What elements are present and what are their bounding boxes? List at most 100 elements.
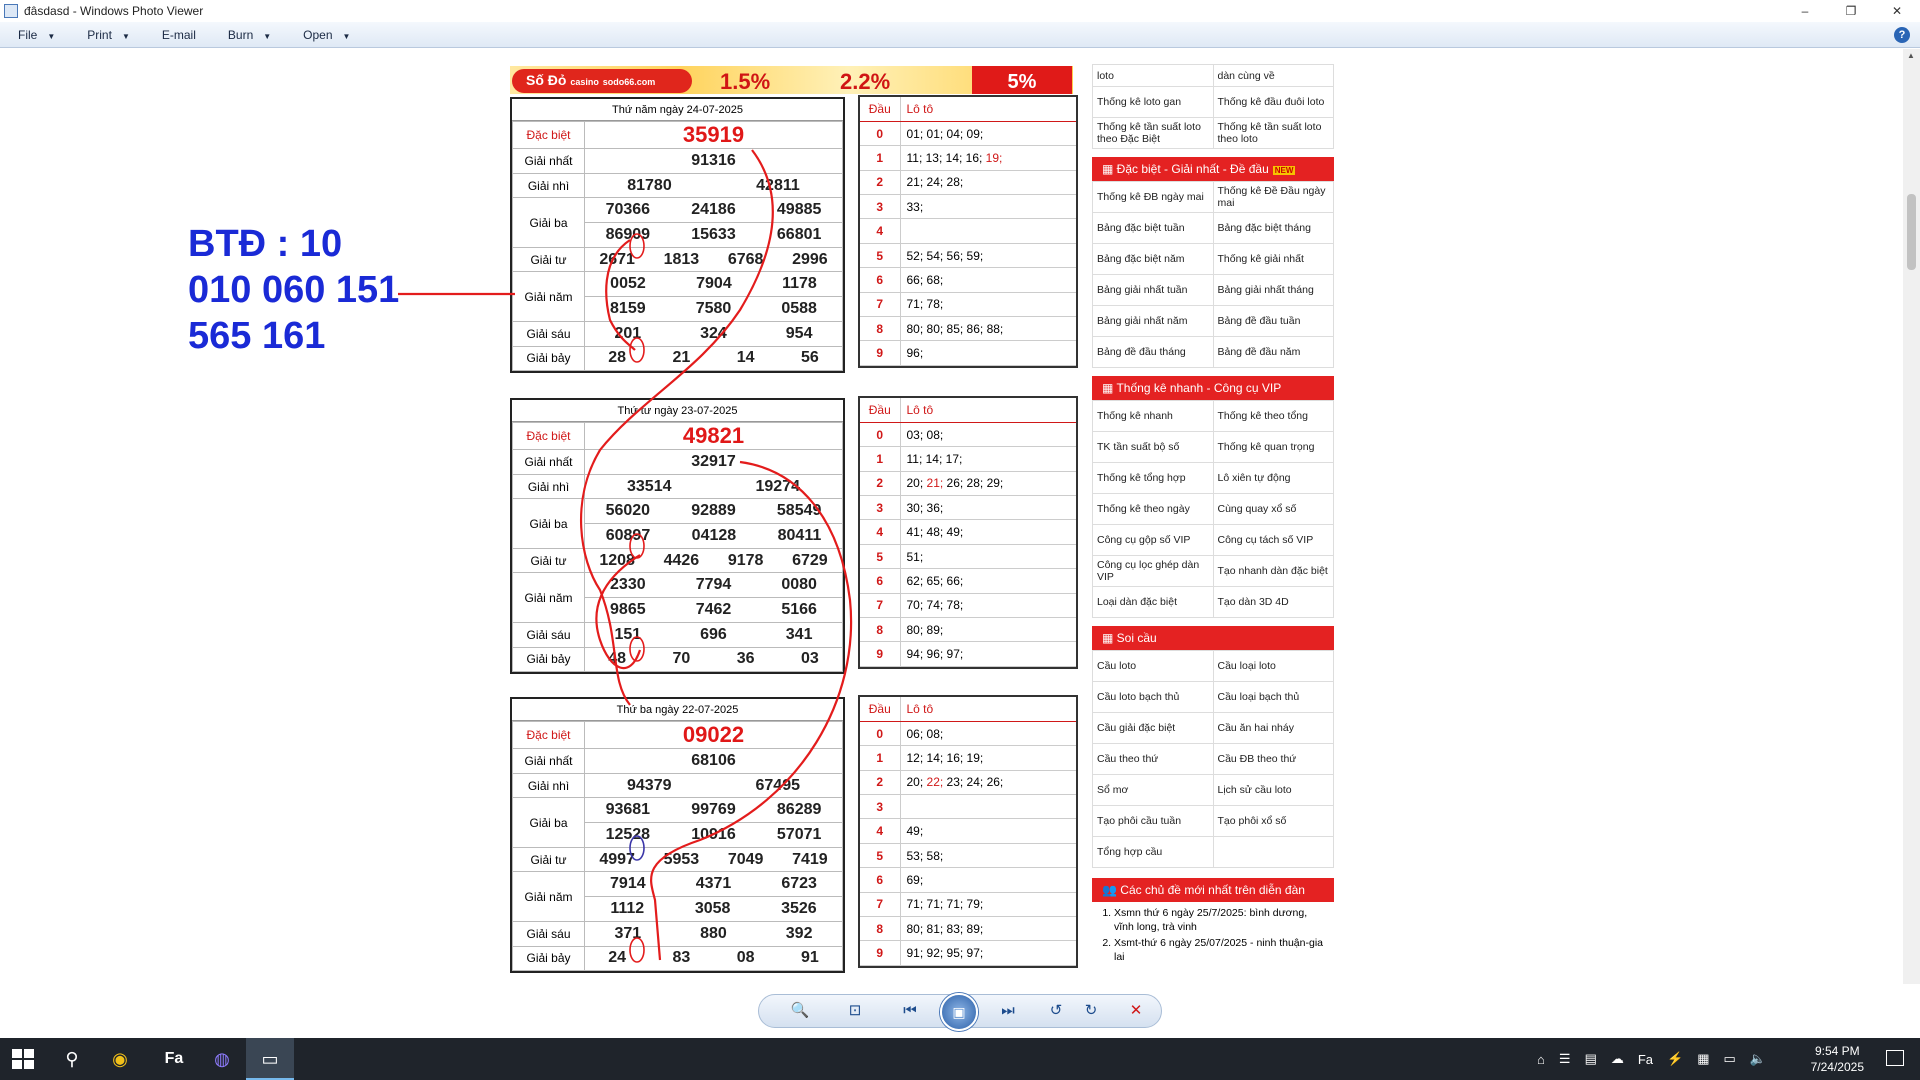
sidebar-link[interactable]: Cầu ĐB theo thứ bbox=[1212, 743, 1334, 775]
forum-topic-link[interactable]: Xsmn thứ 6 ngày 25/7/2025: bình dương, v… bbox=[1114, 906, 1328, 934]
sidebar-link[interactable]: Tổng hợp cầu bbox=[1092, 836, 1214, 868]
actual-size-icon[interactable]: ⊡ bbox=[843, 1001, 867, 1021]
sidebar-link[interactable]: Bảng đề đầu năm bbox=[1212, 336, 1334, 368]
maximize-button[interactable]: ❐ bbox=[1828, 0, 1874, 22]
sidebar-link[interactable]: Công cụ tách số VIP bbox=[1212, 524, 1334, 556]
zoom-icon[interactable]: 🔍 bbox=[788, 1001, 812, 1021]
sidebar-link[interactable]: Tạo phôi xổ số bbox=[1212, 805, 1334, 837]
sidebar-link[interactable]: Loại dàn đặc biệt bbox=[1092, 586, 1214, 618]
clock[interactable]: 9:54 PM 7/24/2025 bbox=[1811, 1043, 1864, 1075]
fa-app-icon[interactable]: Fa bbox=[150, 1038, 198, 1080]
loto-value-text: 51; bbox=[906, 549, 924, 564]
sidebar-link[interactable]: Thống kê tần suất loto theo loto bbox=[1212, 117, 1334, 149]
sidebar-link[interactable]: loto bbox=[1092, 64, 1214, 87]
sidebar-link[interactable]: Công cụ gộp số VIP bbox=[1092, 524, 1214, 556]
sidebar-link[interactable]: Cầu theo thứ bbox=[1092, 743, 1214, 775]
sidebar-link[interactable]: Lô xiên tự động bbox=[1212, 462, 1334, 494]
sidebar-link[interactable]: Thống kê đầu đuôi loto bbox=[1212, 86, 1334, 118]
window-title: đâsdasd - Windows Photo Viewer bbox=[24, 4, 204, 18]
close-button[interactable]: ✕ bbox=[1874, 0, 1920, 22]
chrome-icon[interactable]: ◉ bbox=[96, 1038, 144, 1080]
sidebar-link[interactable]: Thống kê quan trọng bbox=[1212, 431, 1334, 463]
sidebar-link[interactable]: Thống kê nhanh bbox=[1092, 400, 1214, 432]
minimize-button[interactable]: – bbox=[1782, 0, 1828, 22]
delete-icon[interactable]: ✕ bbox=[1124, 1001, 1148, 1021]
tray-icon-1[interactable]: ⌂ bbox=[1537, 1052, 1545, 1067]
loto-value-text: 71; 71; 71; 79; bbox=[906, 897, 984, 912]
sidebar-link[interactable]: Bảng đặc biệt tuần bbox=[1092, 212, 1214, 244]
sidebar-link[interactable]: Thống kê theo tổng bbox=[1212, 400, 1334, 432]
sidebar-link[interactable]: Thống kê tổng hợp bbox=[1092, 462, 1214, 494]
rotate-right-icon[interactable]: ↻ bbox=[1079, 1001, 1103, 1021]
tray-icon-2[interactable]: ☰ bbox=[1559, 1051, 1571, 1067]
sidebar-link[interactable]: Bảng đặc biệt tháng bbox=[1212, 212, 1334, 244]
sidebar-link[interactable]: Bảng đề đầu tuần bbox=[1212, 305, 1334, 337]
sidebar-link[interactable]: Thống kê giải nhất bbox=[1212, 243, 1334, 275]
forum-topic-link[interactable]: Xsmt-thứ 6 ngày 25/07/2025 - ninh thuận-… bbox=[1114, 936, 1328, 964]
sidebar-link[interactable]: Thống kê loto gan bbox=[1092, 86, 1214, 118]
tray-icon-6[interactable]: ▦ bbox=[1697, 1051, 1709, 1067]
tray-icon-3[interactable]: ▤ bbox=[1585, 1051, 1597, 1067]
sidebar-link[interactable]: Bảng đề đầu tháng bbox=[1092, 336, 1214, 368]
sidebar-link[interactable]: Tạo dàn 3D 4D bbox=[1212, 586, 1334, 618]
sidebar-link[interactable]: Bảng giải nhất năm bbox=[1092, 305, 1214, 337]
rotate-left-icon[interactable]: ↺ bbox=[1044, 1001, 1068, 1021]
sidebar-link[interactable]: Thống kê theo ngày bbox=[1092, 493, 1214, 525]
photo-viewer-task-icon[interactable]: ▭ bbox=[246, 1038, 294, 1080]
help-icon[interactable]: ? bbox=[1894, 27, 1910, 43]
result-table: Thứ tư ngày 23-07-2025 Đặc biệt 49821 Giải … bbox=[510, 398, 845, 675]
sidebar-link[interactable]: Lịch sử cầu loto bbox=[1212, 774, 1334, 806]
sidebar-link[interactable]: Cùng quay xổ số bbox=[1212, 493, 1334, 525]
next-icon[interactable]: ⏭ bbox=[996, 1001, 1020, 1021]
sidebar-link[interactable]: Thống kê ĐB ngày mai bbox=[1092, 181, 1214, 213]
sidebar-link[interactable]: Cầu loto bbox=[1092, 650, 1214, 682]
prize-number: 9865 bbox=[610, 600, 646, 618]
sidebar-link[interactable]: Thống kê Đề Đầu ngày mai bbox=[1212, 181, 1334, 213]
tray-icon-5[interactable]: ⚡ bbox=[1667, 1051, 1683, 1067]
sidebar-section-header: ▦ Đặc biệt - Giải nhất - Đề đầu NEW bbox=[1092, 157, 1334, 181]
sidebar-link[interactable]: dàn cùng về bbox=[1212, 64, 1334, 87]
prize-number: 3058 bbox=[694, 899, 731, 917]
menu-burn[interactable]: Burn ▼ bbox=[210, 28, 285, 42]
windows-start-icon[interactable] bbox=[12, 1049, 34, 1069]
loto-dau: 8 bbox=[860, 617, 901, 643]
sidebar-link[interactable]: Sổ mơ bbox=[1092, 774, 1214, 806]
sidebar-link[interactable]: TK tần suất bộ số bbox=[1092, 431, 1214, 463]
search-icon[interactable]: ⚲ bbox=[48, 1038, 96, 1080]
sidebar-link[interactable]: Cầu loại bạch thủ bbox=[1212, 681, 1334, 713]
volume-icon[interactable]: 🔈 bbox=[1750, 1051, 1766, 1067]
tray-icon-fa[interactable]: Fa bbox=[1638, 1052, 1653, 1067]
menu-email[interactable]: E-mail bbox=[144, 28, 210, 42]
sidebar-link[interactable]: Cầu giải đặc biệt bbox=[1092, 712, 1214, 744]
prize-row: Giải nhất 32917 bbox=[512, 449, 843, 475]
menu-file[interactable]: File ▼ bbox=[0, 28, 69, 42]
scrollbar-thumb[interactable] bbox=[1907, 194, 1916, 270]
loto-values: 53; 58; bbox=[900, 843, 1076, 869]
sidebar-link[interactable]: Bảng giải nhất tuần bbox=[1092, 274, 1214, 306]
prize-number: 80411 bbox=[777, 526, 822, 544]
sidebar-link[interactable]: Thống kê tần suất loto theo Đặc Biệt bbox=[1092, 117, 1214, 149]
menu-print[interactable]: Print ▼ bbox=[69, 28, 144, 42]
prize-number: 5166 bbox=[781, 600, 817, 618]
prize-number: 28 bbox=[608, 349, 627, 367]
notification-icon[interactable] bbox=[1886, 1050, 1904, 1066]
sidebar-link[interactable]: Tạo nhanh dàn đặc biệt bbox=[1212, 555, 1334, 587]
scroll-up-icon[interactable]: ▲ bbox=[1907, 51, 1915, 60]
sidebar-link[interactable]: Bảng đặc biệt năm bbox=[1092, 243, 1214, 275]
sidebar-link[interactable]: Cầu loto bạch thủ bbox=[1092, 681, 1214, 713]
network-icon[interactable]: ▭ bbox=[1724, 1051, 1736, 1067]
sidebar-link[interactable]: Cầu loại loto bbox=[1212, 650, 1334, 682]
tray-icon-4[interactable]: ☁ bbox=[1611, 1051, 1624, 1067]
prize-number: 341 bbox=[785, 625, 813, 643]
slideshow-button[interactable]: ▣ bbox=[940, 993, 978, 1031]
vertical-scrollbar[interactable]: ▲ bbox=[1903, 49, 1920, 984]
loto-row: 3 33; bbox=[860, 194, 1076, 220]
menu-open[interactable]: Open ▼ bbox=[285, 28, 364, 42]
sidebar-link[interactable]: Tạo phôi cầu tuần bbox=[1092, 805, 1214, 837]
loto-value-text: 80; 89; bbox=[906, 622, 944, 637]
sidebar-link[interactable]: Công cụ lọc ghép dàn VIP bbox=[1092, 555, 1214, 587]
discord-icon[interactable]: ◍ bbox=[198, 1038, 246, 1080]
sidebar-link[interactable]: Bảng giải nhất tháng bbox=[1212, 274, 1334, 306]
previous-icon[interactable]: ⏮ bbox=[898, 1001, 922, 1021]
sidebar-link[interactable]: Cầu ăn hai nháy bbox=[1212, 712, 1334, 744]
